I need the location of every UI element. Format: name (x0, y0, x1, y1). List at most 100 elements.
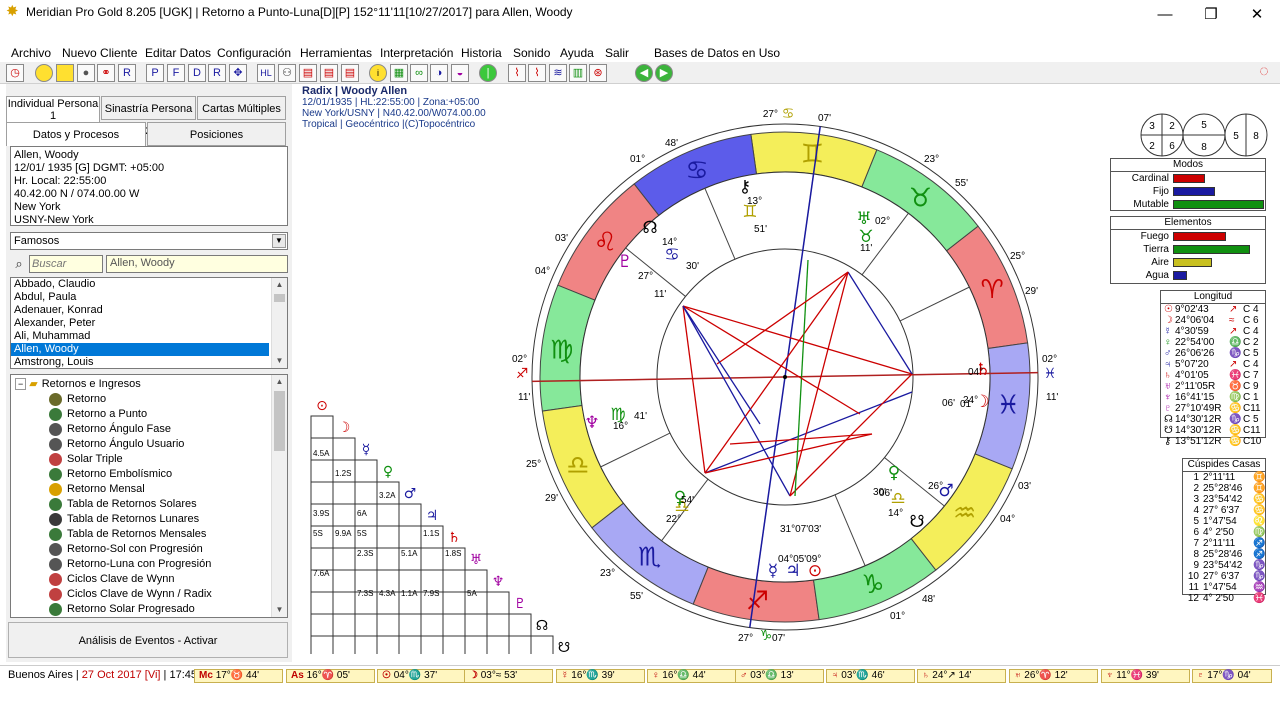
aspect-cell[interactable] (376, 503, 400, 527)
menu-configuracion[interactable]: Configuración (217, 45, 291, 61)
aspect-cell[interactable] (310, 547, 334, 571)
tree-item[interactable]: Ciclos Clave de Wynn / Radix (49, 587, 212, 602)
search-value[interactable]: Allen, Woody (106, 255, 288, 273)
planet-glyph-icon[interactable]: ☋ (909, 512, 924, 532)
tree-item[interactable]: Ciclos Clave de Wynn (49, 572, 175, 587)
aspect-cell[interactable] (310, 415, 334, 439)
info-icon[interactable]: i (369, 64, 387, 82)
minimize-button[interactable]: — (1142, 0, 1188, 30)
aspect-cell[interactable] (442, 635, 466, 654)
aspect-cell[interactable] (376, 547, 400, 571)
tab-datos-procesos[interactable]: Datos y Procesos (6, 122, 146, 146)
search-input[interactable] (29, 255, 103, 273)
aspect-cell[interactable] (332, 437, 356, 461)
search-icon[interactable]: ⌕ (10, 254, 28, 274)
tree-item[interactable]: Retorno Mensal (49, 482, 145, 497)
infinity-icon[interactable]: ∞ (410, 64, 428, 82)
graph2-icon[interactable]: ▤ (320, 64, 338, 82)
people-icon[interactable]: ⚇ (278, 64, 296, 82)
aspect-cell[interactable] (508, 613, 532, 637)
aspect-cell[interactable] (310, 613, 334, 637)
list-item[interactable]: Adenauer, Konrad (11, 304, 269, 317)
tree-scrollbar[interactable]: ▲ ▼ (271, 375, 287, 617)
aspect-cell[interactable] (310, 635, 334, 654)
tree-item[interactable]: Retorno-Sol con Progresión (49, 542, 203, 557)
graph-icon[interactable]: ▤ (299, 64, 317, 82)
scroll-down-icon[interactable]: ▼ (272, 603, 287, 617)
aspect-cell[interactable] (420, 635, 444, 654)
aspect-cell[interactable] (420, 547, 444, 571)
aspect-grid[interactable]: ⊙☽☿♀♂♃♄♅♆♇☊☋⚷4.5A1.2S3.2A3.9S6A5S9.9A5S1… (305, 384, 605, 654)
aspect-cell[interactable] (486, 591, 510, 615)
scroll-thumb[interactable] (274, 294, 285, 302)
close-button[interactable]: ✕ (1234, 0, 1280, 30)
graph3-icon[interactable]: ▤ (341, 64, 359, 82)
planet-glyph-icon[interactable]: ♎ (890, 489, 905, 509)
globe-icon[interactable]: ● (77, 64, 95, 82)
menu-historia[interactable]: Historia (461, 45, 502, 61)
collapse-icon[interactable]: − (15, 378, 27, 390)
direction-r-icon[interactable]: R (208, 64, 226, 82)
menu-herramientas[interactable]: Herramientas (300, 45, 372, 61)
scroll-thumb[interactable] (274, 391, 285, 451)
aspect-cell[interactable] (376, 525, 400, 549)
moon-icon[interactable]: ◑ (430, 64, 448, 82)
tree-item[interactable]: Solar Triple (49, 452, 123, 467)
planet-glyph-icon[interactable]: ♅ (856, 209, 871, 229)
progression-icon[interactable]: P (146, 64, 164, 82)
aspect-cell[interactable] (332, 569, 356, 593)
list-scrollbar[interactable]: ▲ ▼ (271, 278, 287, 368)
aspect-cell[interactable] (464, 613, 488, 637)
aspect-cell[interactable] (310, 459, 334, 483)
aspect-cell[interactable] (398, 635, 422, 654)
hl-icon[interactable]: HL (257, 64, 275, 82)
aspect-cell[interactable] (398, 613, 422, 637)
aspect-cell[interactable] (332, 635, 356, 654)
maximize-button[interactable]: ❐ (1188, 0, 1234, 30)
menu-sonido[interactable]: Sonido (513, 45, 550, 61)
aspect-cell[interactable] (530, 635, 554, 654)
tab-cartas-multiples[interactable]: Cartas Múltiples (197, 96, 286, 120)
database-select[interactable]: Famosos ▼ (10, 232, 288, 250)
aspect-cell[interactable] (398, 525, 422, 549)
sphere-icon[interactable]: ◒ (451, 64, 469, 82)
menu-interpretacion[interactable]: Interpretación (380, 45, 453, 61)
aspect-cell[interactable] (332, 547, 356, 571)
aspect-cell[interactable] (508, 635, 532, 654)
list-item[interactable]: Abbado, Claudio (11, 278, 269, 291)
menu-archivo[interactable]: Archivo (11, 45, 51, 61)
square-icon[interactable] (56, 64, 74, 82)
planet-glyph-icon[interactable]: ♀ (888, 463, 900, 483)
aspect-cell[interactable] (354, 613, 378, 637)
list-item[interactable]: Abdul, Paula (11, 291, 269, 304)
aspect-cell[interactable] (354, 481, 378, 505)
aspect-cell[interactable] (376, 635, 400, 654)
scroll-up-icon[interactable]: ▲ (272, 278, 287, 292)
tree-root[interactable]: − ▰ Retornos e Ingresos (15, 377, 141, 392)
planet-glyph-icon[interactable]: ⚷ (739, 177, 751, 197)
clock-icon[interactable]: ◷ (6, 64, 24, 82)
planet-glyph-icon[interactable]: ♋ (664, 245, 679, 265)
menu-ayuda[interactable]: Ayuda (560, 45, 594, 61)
planet-glyph-icon[interactable]: ☊ (642, 218, 657, 238)
tree-item[interactable]: Retorno a Punto (49, 407, 147, 422)
refresh-icon[interactable]: ◌ (1255, 64, 1273, 82)
events-analysis-button[interactable]: Análisis de Eventos - Activar (8, 622, 288, 658)
aspect-cell[interactable] (442, 591, 466, 615)
list-item[interactable]: Amstrong, Louis (11, 356, 269, 368)
aspect-cell[interactable] (442, 613, 466, 637)
tree-item[interactable]: Retorno Solar Progresado (49, 602, 195, 617)
chart2-icon[interactable]: ⌇ (528, 64, 546, 82)
aspect-cell[interactable] (332, 503, 356, 527)
planet-glyph-icon[interactable]: ♇ (617, 252, 632, 272)
tree-item[interactable]: Tabla de Retornos Solares (49, 497, 197, 512)
lifebuoy-icon[interactable]: ⊛ (589, 64, 607, 82)
venn-icon[interactable]: ⚭ (97, 64, 115, 82)
aspect-cell[interactable] (332, 591, 356, 615)
earth-icon[interactable]: | (479, 64, 497, 82)
aspect-cell[interactable] (464, 635, 488, 654)
aspect-cell[interactable] (332, 613, 356, 637)
aspect-cell[interactable] (486, 635, 510, 654)
list-item[interactable]: Alexander, Peter (11, 317, 269, 330)
list-item[interactable]: Ali, Muhammad (11, 330, 269, 343)
